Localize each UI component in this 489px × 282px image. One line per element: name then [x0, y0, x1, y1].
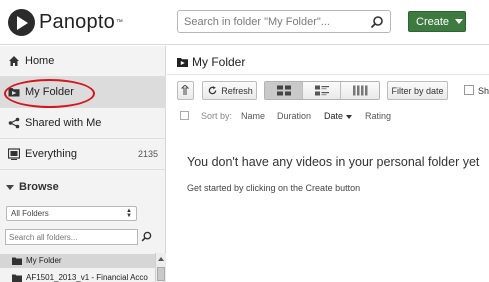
sidebar-item-everything[interactable]: Everything 2135 — [0, 139, 166, 170]
refresh-label: Refresh — [221, 85, 253, 96]
top-bar: Panopto™ Create — [0, 0, 489, 45]
sidebar-item-label: Everything — [25, 148, 77, 160]
view-mode-toggle — [264, 81, 380, 100]
empty-state-subtitle: Get started by clicking on the Create bu… — [187, 183, 361, 193]
folder-search-box — [177, 10, 391, 33]
empty-state-title: You don't have any videos in your person… — [187, 155, 480, 169]
scroll-up-arrow-icon[interactable] — [158, 257, 164, 261]
refresh-icon — [208, 86, 217, 95]
browse-title: Browse — [19, 181, 59, 193]
folder-tree-item[interactable]: My Folder — [0, 254, 155, 268]
show-label: Sh — [478, 86, 489, 96]
refresh-button[interactable]: Refresh — [202, 81, 257, 100]
search-icon[interactable] — [141, 231, 152, 242]
detail-view-icon — [314, 85, 329, 96]
sort-by-rating[interactable]: Rating — [365, 111, 391, 121]
page-title-text: My Folder — [192, 55, 246, 69]
folder-search-input[interactable] — [9, 232, 134, 242]
filter-label: Filter by date — [391, 85, 444, 96]
sidebar: Home My Folder Shared with Me Everything… — [0, 46, 166, 282]
header-search-input[interactable] — [184, 12, 370, 31]
create-button[interactable]: Create — [408, 11, 466, 32]
caret-down-icon — [346, 114, 353, 119]
sidebar-item-shared-with-me[interactable]: Shared with Me — [0, 108, 166, 139]
caret-down-icon — [6, 184, 14, 190]
sidebar-item-label: Home — [25, 55, 55, 67]
search-icon[interactable] — [370, 15, 384, 29]
folder-tree-label: AF1501_2013_v1 - Financial Acco — [26, 273, 148, 282]
folder-icon — [12, 257, 22, 265]
folder-icon — [177, 58, 188, 67]
everything-count: 2135 — [137, 149, 158, 159]
sort-by-date-label: Date — [324, 111, 344, 121]
folder-search-field — [5, 229, 138, 245]
scrollbar-thumb[interactable] — [157, 267, 165, 281]
view-detail-button[interactable] — [303, 82, 341, 99]
folder-icon — [12, 274, 22, 282]
view-thumbnail-button[interactable] — [265, 82, 303, 99]
divider — [167, 74, 489, 75]
folder-tree-label: My Folder — [26, 256, 62, 265]
brand-name: Panopto — [39, 10, 115, 33]
list-view-icon — [352, 85, 368, 96]
grid-view-icon — [276, 85, 291, 96]
annotation-highlight-circle — [4, 79, 95, 108]
sidebar-item-home[interactable]: Home — [0, 46, 166, 77]
everything-icon — [8, 148, 20, 160]
sidebar-item-label: Shared with Me — [25, 117, 102, 129]
caret-down-icon — [455, 19, 464, 24]
show-checkbox[interactable] — [464, 85, 474, 95]
browse-section-toggle[interactable]: Browse — [6, 181, 59, 193]
sort-bar: Sort by: Name Duration Date Rating — [167, 107, 489, 124]
folder-select-value: All Folders — [11, 209, 49, 218]
sort-by-date[interactable]: Date — [324, 111, 353, 121]
sort-by-label: Sort by: — [201, 111, 233, 121]
share-icon — [8, 117, 20, 129]
up-arrow-icon — [181, 85, 190, 95]
folder-tree-scrollbar[interactable] — [155, 253, 166, 282]
home-icon — [9, 56, 19, 66]
view-list-button[interactable] — [341, 82, 379, 99]
main-content: My Folder Refresh Filter by date Sh Sort… — [167, 46, 489, 282]
trademark-symbol: ™ — [115, 18, 123, 26]
folder-filter-select[interactable]: All Folders ▲ ▼ — [6, 206, 137, 221]
filter-by-date-button[interactable]: Filter by date — [387, 81, 448, 100]
page-title: My Folder — [177, 55, 245, 69]
folder-tree-item[interactable]: AF1501_2013_v1 - Financial Acco — [0, 271, 155, 282]
sort-by-name[interactable]: Name — [241, 111, 265, 121]
select-arrows-icon: ▲ ▼ — [126, 208, 132, 219]
sort-by-duration[interactable]: Duration — [277, 111, 311, 121]
create-button-label: Create — [416, 15, 450, 28]
parent-folder-button[interactable] — [177, 81, 194, 100]
select-all-checkbox[interactable] — [180, 111, 189, 120]
panopto-logo-icon — [8, 8, 35, 36]
panopto-logo[interactable]: Panopto ™ — [8, 8, 123, 36]
